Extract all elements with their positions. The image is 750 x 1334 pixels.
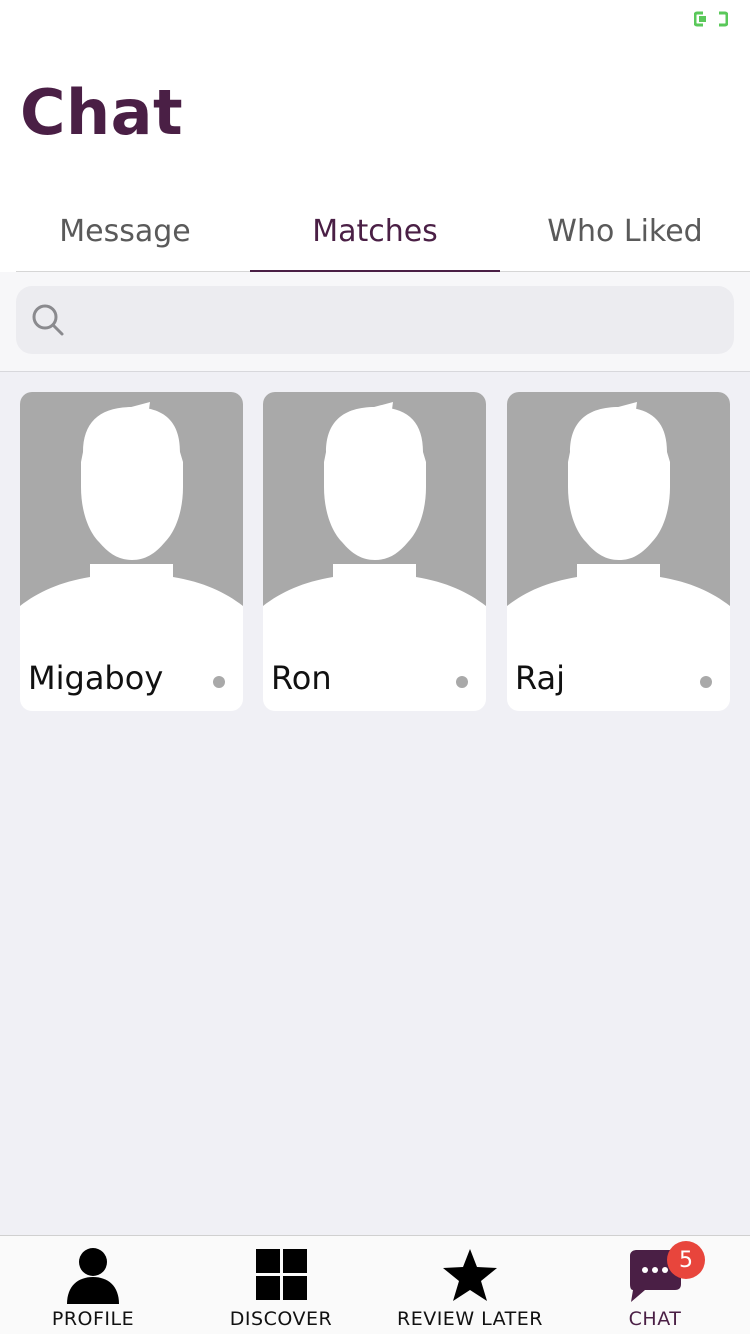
search-icon [32, 304, 64, 336]
tabbar-item-profile[interactable]: PROFILE [30, 1236, 156, 1334]
search-bar [0, 272, 750, 372]
battery-icon [694, 11, 728, 27]
tab-message[interactable]: Message [0, 190, 250, 272]
tabbar-label: CHAT [628, 1308, 682, 1330]
match-name: Ron [271, 660, 332, 696]
chat-icon-wrap: 5 [625, 1241, 705, 1304]
tabbar-label: PROFILE [51, 1308, 135, 1330]
grid-icon [256, 1249, 307, 1300]
status-dot [456, 676, 468, 688]
star-icon [443, 1249, 497, 1301]
tabbar-item-review-later[interactable]: REVIEW LATER [385, 1236, 555, 1334]
tab-bar: Message Matches Who Liked [0, 190, 750, 273]
match-card[interactable]: Raj [507, 392, 730, 711]
person-icon [67, 1248, 119, 1304]
match-card[interactable]: Ron [263, 392, 486, 711]
bottom-tab-bar: PROFILE DISCOVER REVIEW LATER 5 CHAT [0, 1235, 750, 1334]
match-card[interactable]: Migaboy [20, 392, 243, 711]
tab-matches[interactable]: Matches [250, 190, 500, 272]
tabbar-label: DISCOVER [229, 1308, 333, 1330]
avatar-placeholder-icon [507, 392, 730, 652]
notification-badge: 5 [667, 1241, 705, 1279]
tabbar-item-chat[interactable]: 5 CHAT [592, 1236, 718, 1334]
tabbar-item-discover[interactable]: DISCOVER [218, 1236, 344, 1334]
search-input[interactable] [76, 286, 716, 354]
page-title: Chat [20, 76, 184, 149]
match-name: Raj [515, 660, 566, 696]
avatar-placeholder-icon [20, 392, 243, 652]
status-dot [700, 676, 712, 688]
tab-who-liked[interactable]: Who Liked [500, 190, 750, 272]
status-dot [213, 676, 225, 688]
match-name: Migaboy [28, 660, 164, 696]
search-box[interactable] [16, 286, 734, 354]
avatar-placeholder-icon [263, 392, 486, 652]
tabbar-label: REVIEW LATER [397, 1308, 543, 1330]
